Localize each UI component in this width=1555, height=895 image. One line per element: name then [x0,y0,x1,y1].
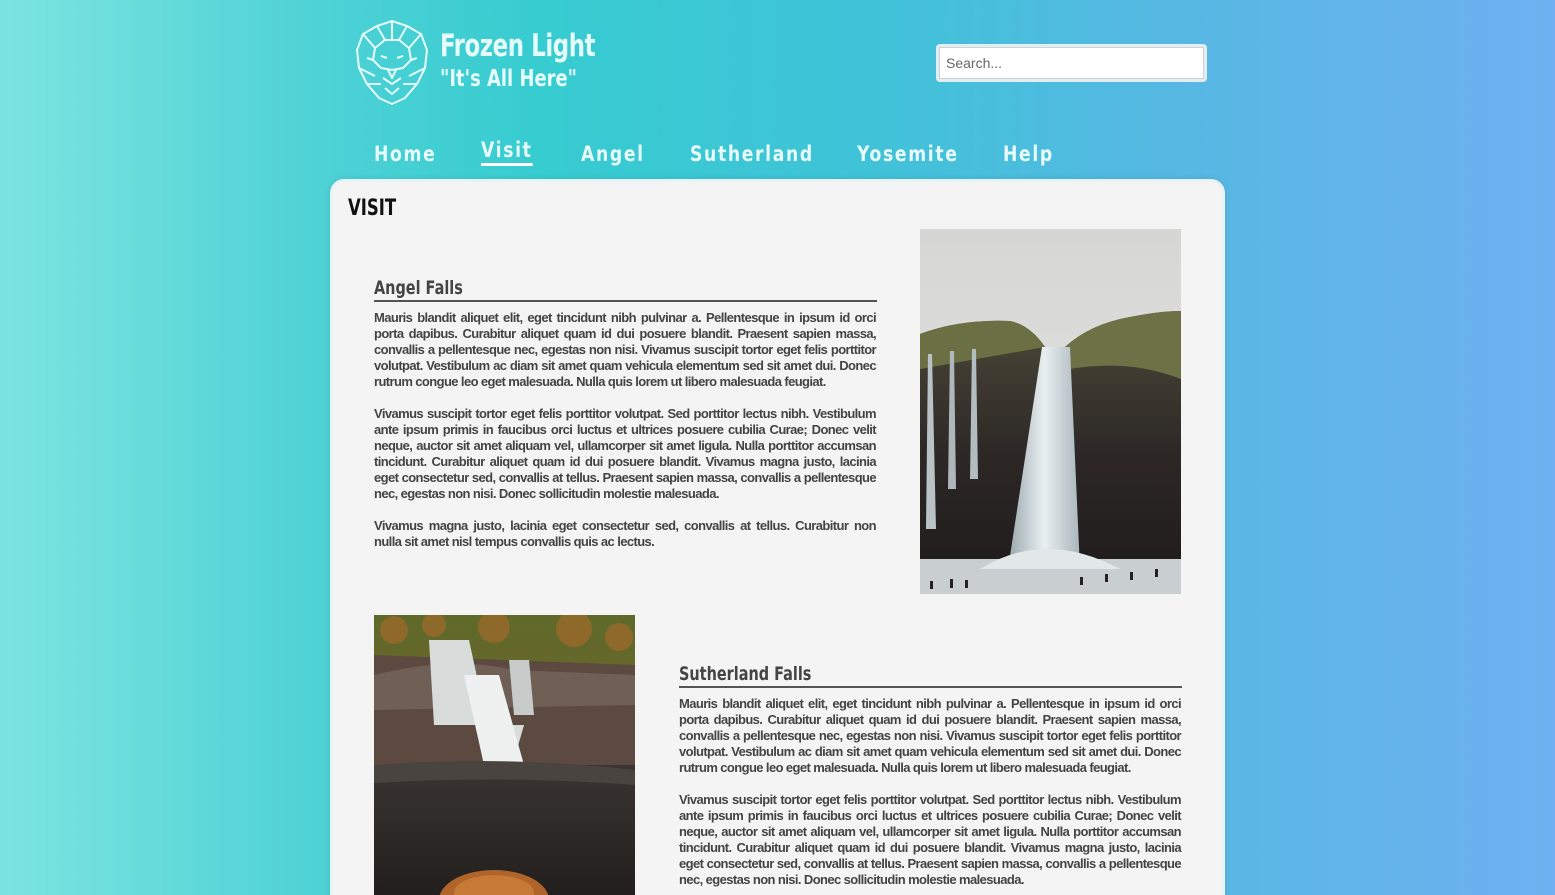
section-heading-angel-falls: Angel Falls [374,278,877,302]
paragraph: Mauris blandit aliquet elit, eget tincid… [679,696,1182,775]
nav-yosemite[interactable]: Yosemite [857,142,1003,172]
site-tagline: "It's All Here" [440,66,577,92]
lion-head-icon[interactable] [355,18,430,106]
paragraph: Mauris blandit aliquet elit, eget tincid… [374,310,877,389]
section-body-angel-falls: Mauris blandit aliquet elit, eget tincid… [374,310,877,566]
nav-sutherland[interactable]: Sutherland [690,142,857,172]
site-title: Frozen Light [440,28,596,64]
search-box [936,44,1207,82]
paragraph: Vivamus magna justo, lacinia eget consec… [374,518,877,549]
waterfall-photo-angel [920,229,1181,594]
paragraph: Vivamus suscipit tortor eget felis portt… [374,406,877,501]
nav-visit[interactable]: Visit [481,138,581,172]
nav-home[interactable]: Home [374,142,481,172]
site-header: Frozen Light "It's All Here" Home Visit … [0,0,1555,180]
nav-angel[interactable]: Angel [581,142,690,172]
section-heading-sutherland-falls: Sutherland Falls [679,664,1182,688]
main-nav: Home Visit Angel Sutherland Yosemite Hel… [374,136,1063,172]
content-panel: VISIT Angel Falls Mauris blandit aliquet… [330,179,1225,895]
nav-help[interactable]: Help [1003,142,1063,172]
page-title: VISIT [348,196,397,221]
section-body-sutherland-falls: Mauris blandit aliquet elit, eget tincid… [679,696,1182,895]
waterfall-photo-sutherland [374,615,635,895]
paragraph: Vivamus suscipit tortor eget felis portt… [679,792,1182,887]
search-input[interactable] [939,47,1204,79]
